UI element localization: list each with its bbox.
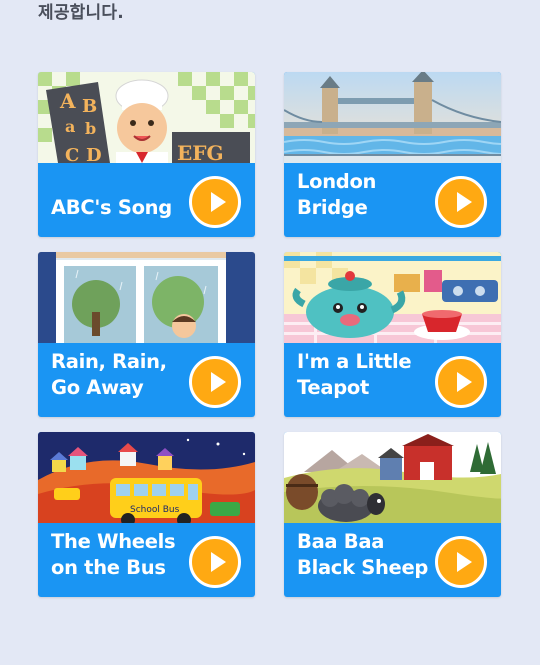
video-title: Rain, Rain, Go Away xyxy=(51,350,167,399)
play-button[interactable] xyxy=(189,176,241,228)
video-card-london-bridge[interactable]: London Bridge xyxy=(284,72,501,237)
svg-text:EFG: EFG xyxy=(177,141,224,163)
play-button[interactable] xyxy=(435,536,487,588)
play-button[interactable] xyxy=(435,356,487,408)
svg-text:b: b xyxy=(85,119,96,138)
play-button[interactable] xyxy=(435,176,487,228)
intro-text: 제공합니다. xyxy=(38,3,124,23)
rain-window-thumbnail xyxy=(38,252,255,343)
video-title: London Bridge xyxy=(297,170,377,219)
black-sheep-thumbnail xyxy=(284,432,501,523)
svg-text:a: a xyxy=(65,117,75,136)
svg-text:B: B xyxy=(82,96,97,117)
school-bus-thumbnail: School Bus xyxy=(38,432,255,523)
svg-text:A: A xyxy=(59,89,76,113)
video-card-rain-rain-go-away[interactable]: Rain, Rain, Go Away xyxy=(38,252,255,417)
bus-text: School Bus xyxy=(130,505,180,515)
video-card-little-teapot[interactable]: I'm a Little Teapot xyxy=(284,252,501,417)
video-title: The Wheels on the Bus xyxy=(51,530,176,579)
play-button[interactable] xyxy=(189,536,241,588)
video-title: I'm a Little Teapot xyxy=(297,350,412,399)
svg-text:D: D xyxy=(86,145,102,163)
play-button[interactable] xyxy=(189,356,241,408)
video-title: Baa Baa Black Sheep xyxy=(297,530,429,579)
london-bridge-thumbnail xyxy=(284,72,501,163)
teapot-thumbnail xyxy=(284,252,501,343)
video-card-black-sheep[interactable]: Baa Baa Black Sheep xyxy=(284,432,501,597)
svg-text:C: C xyxy=(65,145,79,163)
video-card-wheels-on-the-bus[interactable]: School Bus The Wheels on the Bus xyxy=(38,432,255,597)
abc-song-thumbnail: A B a b C D EFG xyxy=(38,72,255,163)
video-card-abc-song[interactable]: A B a b C D EFG ABC's Song xyxy=(38,72,255,237)
video-title: ABC's Song xyxy=(51,196,172,219)
